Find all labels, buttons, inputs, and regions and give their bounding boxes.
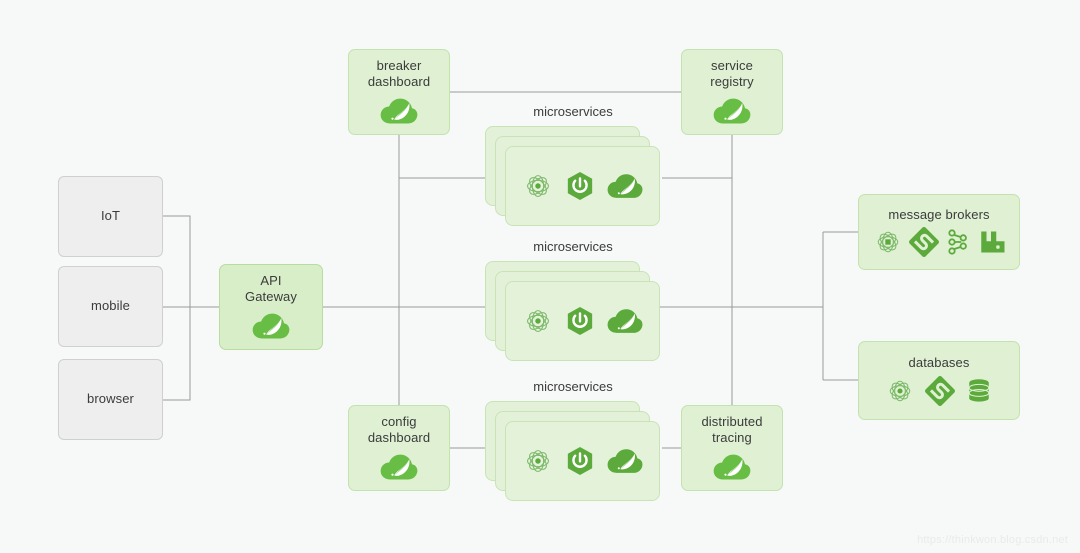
config-dashboard-node[interactable]: config dashboard xyxy=(348,405,450,491)
spring-cloud-icon xyxy=(251,311,291,341)
microservices-title: microservices xyxy=(533,104,613,119)
config-dashboard-label: config dashboard xyxy=(367,413,431,445)
microservices-group-top: microservices xyxy=(480,104,666,226)
databases-icons xyxy=(880,375,998,406)
spring-cloud-icon xyxy=(379,96,419,126)
api-gateway-node[interactable]: API Gateway xyxy=(219,264,323,350)
distributed-tracing-icons xyxy=(712,452,752,482)
spring-cloud-icon xyxy=(606,306,644,336)
service-registry-icons xyxy=(712,96,752,126)
client-label: IoT xyxy=(100,208,121,224)
client-node-iot[interactable]: IoT xyxy=(58,176,163,257)
distributed-tracing-label: distributed tracing xyxy=(701,413,763,445)
microservices-group-bottom: microservices xyxy=(480,379,666,501)
kafka-icon xyxy=(945,227,971,257)
config-dashboard-icons xyxy=(379,452,419,482)
spring-cloud-icon xyxy=(606,446,644,476)
client-label: browser xyxy=(87,391,134,407)
microservice-icons xyxy=(517,445,649,477)
service-registry-node[interactable]: service registry xyxy=(681,49,783,135)
breaker-dashboard-label: breaker dashboard xyxy=(367,57,431,89)
microservices-title: microservices xyxy=(533,379,613,394)
message-brokers-node[interactable]: message brokers xyxy=(858,194,1020,270)
api-gateway-icons xyxy=(251,311,291,341)
microservice-icons xyxy=(517,305,649,337)
microservice-icons xyxy=(517,170,649,202)
spring-cloud-icon xyxy=(712,452,752,482)
microservice-card-front[interactable] xyxy=(505,281,660,361)
database-icon xyxy=(965,376,993,406)
message-brokers-icons xyxy=(870,227,1008,258)
microservices-group-middle: microservices xyxy=(480,239,666,361)
client-node-mobile[interactable]: mobile xyxy=(58,266,163,347)
reactor-icon xyxy=(522,305,554,337)
reactor-icon xyxy=(522,445,554,477)
reactor-icon xyxy=(873,227,903,257)
reactor-icon xyxy=(522,170,554,202)
message-brokers-label: message brokers xyxy=(888,206,990,222)
breaker-dashboard-node[interactable]: breaker dashboard xyxy=(348,49,450,135)
service-registry-label: service registry xyxy=(710,57,754,89)
spring-boot-icon xyxy=(564,170,596,202)
client-label: mobile xyxy=(91,298,130,314)
spring-cloud-icon xyxy=(712,96,752,126)
spring-cloud-icon xyxy=(606,171,644,201)
spring-cloud-icon xyxy=(379,452,419,482)
microservice-card-front[interactable] xyxy=(505,421,660,501)
architecture-diagram: IoT mobile browser API Gateway breaker d… xyxy=(0,0,1080,553)
watermark: https://thinkwon.blog.csdn.net xyxy=(917,534,1068,546)
distributed-tracing-node[interactable]: distributed tracing xyxy=(681,405,783,491)
reactor-icon xyxy=(885,376,915,406)
spring-data-icon xyxy=(909,227,939,258)
databases-node[interactable]: databases xyxy=(858,341,1020,420)
rabbitmq-icon xyxy=(977,227,1005,257)
microservice-card-front[interactable] xyxy=(505,146,660,226)
spring-boot-icon xyxy=(564,305,596,337)
microservices-title: microservices xyxy=(533,239,613,254)
api-gateway-label: API Gateway xyxy=(244,272,297,304)
spring-boot-icon xyxy=(564,445,596,477)
client-node-browser[interactable]: browser xyxy=(58,359,163,440)
breaker-dashboard-icons xyxy=(379,96,419,126)
spring-data-icon xyxy=(925,375,955,406)
databases-label: databases xyxy=(908,355,970,371)
